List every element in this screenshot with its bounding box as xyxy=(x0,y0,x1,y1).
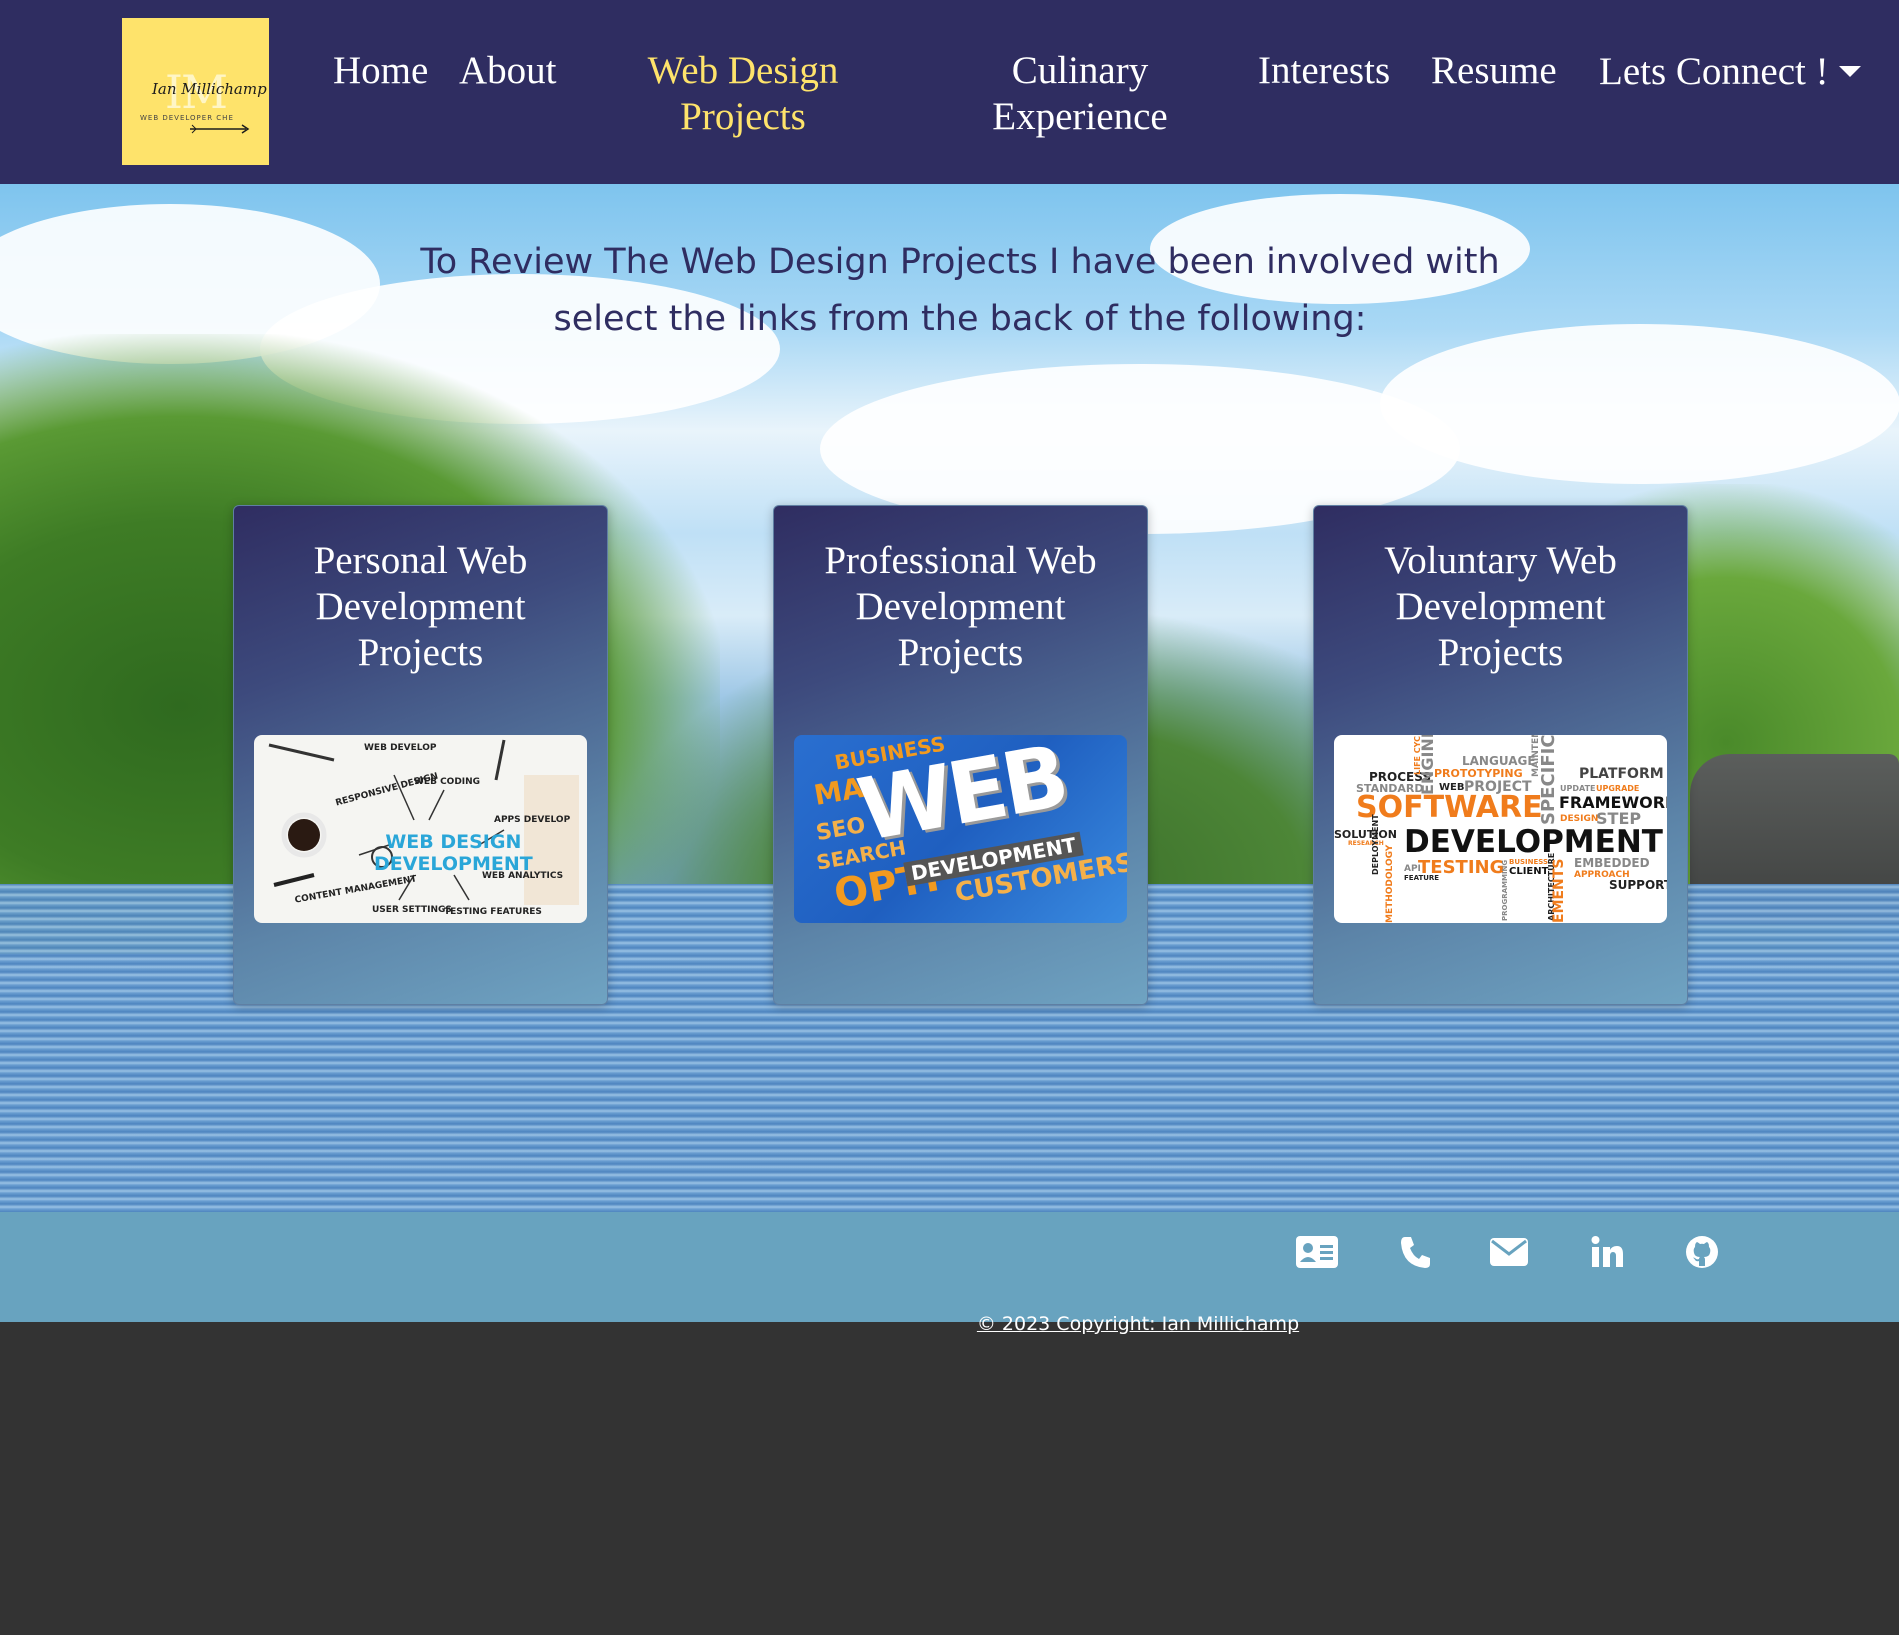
nav-interests[interactable]: Interests xyxy=(1258,48,1390,94)
wordcloud-word: LANGUAGE xyxy=(1462,754,1536,768)
github-icon[interactable] xyxy=(1680,1232,1724,1272)
nav-culinary-line1: Culinary xyxy=(1011,49,1149,92)
wordcloud-word: EMENTS xyxy=(1551,858,1567,923)
wordcloud-word: SOLUTION xyxy=(1334,828,1397,841)
card-title-line: Development xyxy=(855,585,1066,628)
wordcloud-word: SPECIFIC xyxy=(1538,735,1559,825)
card-title-line: Projects xyxy=(1437,631,1564,674)
intro-text: To Review The Web Design Projects I have… xyxy=(0,234,1899,348)
wordcloud-word: PROGRAMMING xyxy=(1501,859,1509,921)
nav-lets-connect-dropdown[interactable]: Lets Connect ! xyxy=(1599,49,1861,95)
envelope-icon[interactable] xyxy=(1487,1232,1531,1272)
logo-script-name: Ian Millichamp xyxy=(152,80,267,98)
nav-about[interactable]: About xyxy=(459,48,557,94)
image-label: USER SETTINGS xyxy=(372,905,452,915)
wordcloud-word: SUPPORT xyxy=(1609,878,1667,892)
hero-section: To Review The Web Design Projects I have… xyxy=(0,184,1899,1212)
nav-culinary-experience[interactable]: Culinary Experience xyxy=(975,48,1185,140)
card-image-web-design[interactable]: WEB DESIGN DEVELOPMENT WEB DEVELOP WEB C… xyxy=(254,735,587,923)
brand-logo[interactable]: IM Ian Millichamp WEB DEVELOPER CHE xyxy=(122,18,269,165)
wordcloud-word: DEPLOYMENT xyxy=(1371,814,1380,875)
wordcloud-word: SOFTWARE xyxy=(1356,790,1543,825)
image-label: TESTING FEATURES xyxy=(444,907,542,917)
contact-card-icon[interactable] xyxy=(1295,1232,1339,1272)
intro-line-2: select the links from the back of the fo… xyxy=(553,299,1367,339)
nav-web-design-line2: Projects xyxy=(680,95,806,138)
wordcloud-word: METHODOLOGY xyxy=(1385,844,1395,923)
card-title: Voluntary Web Development Projects xyxy=(1314,538,1687,676)
nav-culinary-line2: Experience xyxy=(992,95,1168,138)
wordcloud-word: DESIGN xyxy=(1560,814,1599,824)
wordcloud-word: FEATURE xyxy=(1404,874,1440,882)
card-title-line: Projects xyxy=(357,631,484,674)
logo-arrow-icon xyxy=(190,124,250,134)
image-label: APPS DEVELOP xyxy=(494,815,571,825)
wordcloud-word: ENGINE xyxy=(1418,735,1437,795)
image-word: SEO xyxy=(814,812,868,847)
linkedin-icon[interactable] xyxy=(1585,1232,1629,1272)
wordcloud-word: PROTOTYPING xyxy=(1434,767,1523,780)
wordcloud-word: EMBEDDED xyxy=(1574,856,1650,870)
wordcloud-word: LIFE CYC xyxy=(1413,735,1422,775)
copyright-link[interactable]: © 2023 Copyright: Ian Millichamp xyxy=(0,1313,1899,1335)
card-title-line: Voluntary Web xyxy=(1384,539,1617,582)
phone-icon[interactable] xyxy=(1393,1232,1437,1272)
wordcloud-word: UPGRADE xyxy=(1596,784,1640,793)
card-image-caption: WEB DESIGN DEVELOPMENT xyxy=(374,831,533,875)
card-title: Professional Web Development Projects xyxy=(774,538,1147,676)
card-title: Personal Web Development Projects xyxy=(234,538,607,676)
nav-web-design-projects[interactable]: Web Design Projects xyxy=(628,48,858,140)
card-personal-projects[interactable]: Personal Web Development Projects WEB DE… xyxy=(233,505,608,1005)
card-title-line: Projects xyxy=(897,631,1024,674)
image-label: WEB DEVELOP xyxy=(364,743,437,753)
wordcloud-word: BUSINESS xyxy=(1509,858,1549,866)
card-professional-projects[interactable]: Professional Web Development Projects BU… xyxy=(773,505,1148,1005)
wordcloud-word: PLATFORM xyxy=(1579,766,1664,782)
card-image-software-development-wordcloud[interactable]: PROCESS STANDARD WEB LANGUAGE PROTOTYPIN… xyxy=(1334,735,1667,923)
logo-tagline: WEB DEVELOPER CHE xyxy=(140,114,234,122)
navbar: IM Ian Millichamp WEB DEVELOPER CHE Home… xyxy=(0,0,1899,184)
nav-home[interactable]: Home xyxy=(333,48,428,94)
wordcloud-word: MAINTEN xyxy=(1531,735,1541,777)
cloud-shape xyxy=(1380,324,1899,484)
card-title-line: Development xyxy=(315,585,526,628)
card-title-line: Personal Web xyxy=(313,539,528,582)
card-voluntary-projects[interactable]: Voluntary Web Development Projects PROCE… xyxy=(1313,505,1688,1005)
card-title-line: Development xyxy=(1395,585,1606,628)
wordcloud-word: UPDATE xyxy=(1560,784,1596,793)
image-caption-line: WEB DESIGN xyxy=(385,831,522,853)
nav-resume[interactable]: Resume xyxy=(1431,48,1557,94)
wordcloud-word: CLIENT xyxy=(1509,866,1549,877)
card-title-line: Professional Web xyxy=(824,539,1097,582)
image-label: WEB ANALYTICS xyxy=(482,871,564,881)
nav-lets-connect-label: Lets Connect ! xyxy=(1599,50,1829,93)
card-image-web-development[interactable]: BUSINESS MA SEO SEARCH OPTI CUSTOMERS WE… xyxy=(794,735,1127,923)
wordcloud-word: DEVELOPMENT xyxy=(1404,824,1663,860)
footer xyxy=(0,1212,1899,1322)
intro-line-1: To Review The Web Design Projects I have… xyxy=(420,242,1500,282)
nav-web-design-line1: Web Design xyxy=(647,49,839,92)
chevron-down-icon xyxy=(1838,65,1861,77)
